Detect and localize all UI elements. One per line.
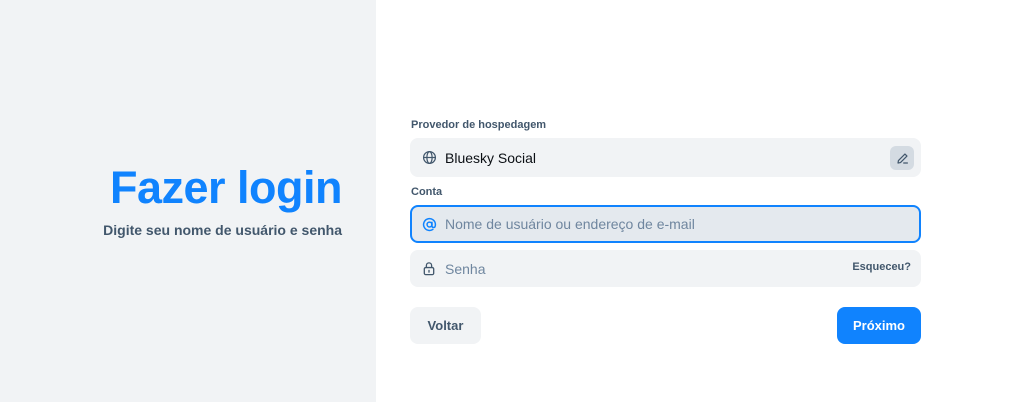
forgot-password-link[interactable]: Esqueceu? — [852, 261, 911, 273]
globe-icon — [421, 150, 437, 166]
lock-icon — [421, 261, 437, 277]
account-label: Conta — [411, 186, 443, 198]
next-button[interactable]: Próximo — [837, 307, 921, 344]
at-sign-icon — [421, 216, 437, 232]
hosting-provider-value: Bluesky Social — [445, 149, 537, 166]
intro-panel: Fazer login Digite seu nome de usuário e… — [0, 0, 376, 402]
page-subtitle: Digite seu nome de usuário e senha — [103, 222, 342, 238]
page-title: Fazer login — [109, 162, 343, 213]
account-placeholder: Nome de usuário ou endereço de e-mail — [445, 216, 695, 232]
back-button[interactable]: Voltar — [410, 307, 481, 344]
hosting-provider-label: Provedor de hospedagem — [411, 119, 547, 131]
hosting-provider-field[interactable]: Bluesky Social — [410, 138, 921, 177]
pencil-icon — [896, 152, 909, 165]
password-placeholder: Senha — [445, 260, 486, 277]
account-input[interactable]: Nome de usuário ou endereço de e-mail — [410, 205, 921, 243]
password-input[interactable]: Senha Esqueceu? — [410, 250, 921, 287]
edit-hosting-provider-button[interactable] — [890, 146, 914, 170]
